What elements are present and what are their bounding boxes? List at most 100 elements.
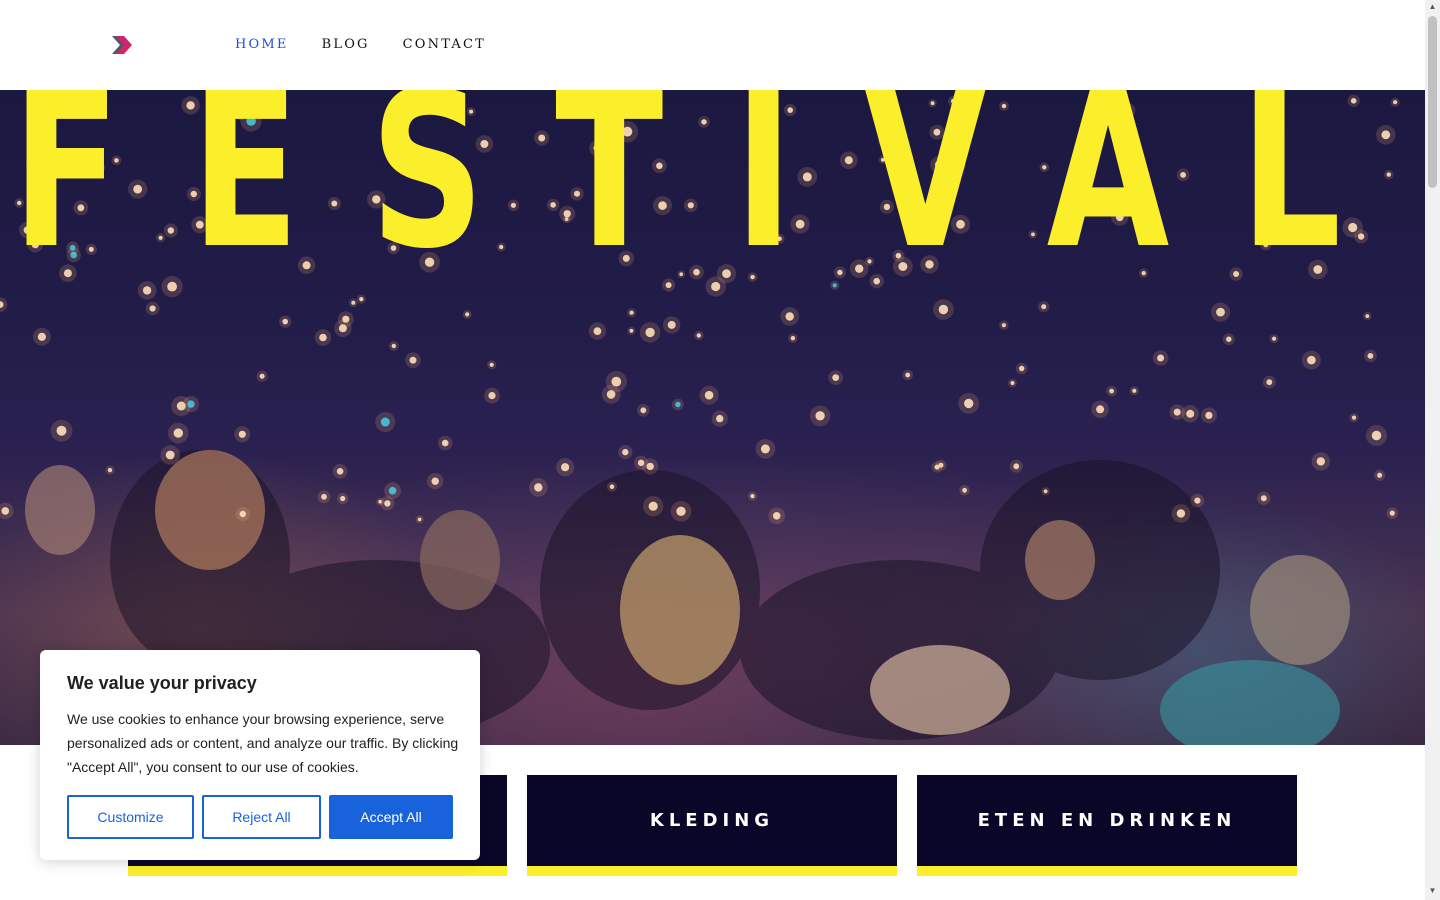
light-dot — [964, 398, 974, 409]
category-tile-label: KLEDING — [649, 810, 775, 831]
light-dot — [1216, 307, 1225, 317]
light-dot — [534, 483, 543, 492]
light-dot — [319, 333, 327, 342]
light-dot — [905, 372, 911, 378]
customize-button[interactable]: Customize — [67, 795, 194, 839]
light-dot — [1109, 388, 1114, 394]
light-dot — [760, 444, 770, 454]
light-dot — [629, 310, 634, 315]
light-dot — [391, 343, 396, 349]
scroll-up-arrow-icon[interactable]: ▲ — [1428, 2, 1437, 12]
scrollbar-thumb[interactable] — [1428, 16, 1437, 188]
light-dot — [1365, 314, 1370, 318]
hero-banner: FESTIVAL — [0, 90, 1425, 745]
light-dot — [667, 320, 676, 329]
light-dot — [938, 304, 949, 315]
light-dot — [282, 318, 289, 325]
reject-all-button[interactable]: Reject All — [202, 795, 321, 839]
light-dot — [259, 373, 265, 379]
light-dot — [790, 336, 796, 341]
light-dot — [648, 501, 658, 511]
light-dot — [321, 493, 327, 500]
light-dot — [815, 411, 825, 421]
light-dot — [338, 324, 347, 333]
page-scrollbar[interactable]: ▲ ▼ — [1425, 0, 1440, 900]
light-dot — [704, 390, 714, 400]
category-tile-kleding[interactable]: KLEDING — [527, 775, 897, 876]
light-dot — [1205, 411, 1213, 419]
light-dot — [173, 428, 183, 438]
light-dot — [593, 327, 602, 335]
light-dot — [1010, 381, 1015, 385]
hero-headline: FESTIVAL — [12, 90, 1412, 296]
light-dot — [239, 510, 246, 518]
light-dot — [622, 448, 629, 456]
light-dot — [609, 484, 615, 490]
cookie-banner-text: We use cookies to enhance your browsing … — [67, 711, 459, 775]
category-tile-eten-en-drinken[interactable]: ETEN EN DRINKEN — [917, 775, 1297, 876]
light-dot — [1351, 415, 1357, 420]
scroll-down-arrow-icon[interactable]: ▼ — [1428, 886, 1437, 896]
light-dot — [611, 376, 622, 387]
light-dot — [336, 468, 344, 475]
light-dot — [388, 486, 397, 495]
light-dot — [351, 300, 356, 305]
light-dot — [1096, 405, 1105, 414]
light-dot — [340, 495, 346, 502]
light-dot — [238, 430, 246, 438]
light-dot — [1173, 408, 1181, 416]
light-dot — [645, 327, 655, 338]
light-dot — [1013, 463, 1020, 470]
main-nav: HOME BLOG CONTACT — [235, 37, 486, 52]
light-dot — [1377, 472, 1383, 478]
light-dot — [1226, 336, 1232, 342]
light-dot — [359, 297, 364, 302]
concert-crowd-image: FESTIVAL — [0, 90, 1412, 745]
light-dot — [1367, 353, 1374, 359]
light-dot — [1389, 510, 1395, 516]
site-header: HOME BLOG CONTACT — [0, 0, 1425, 90]
light-dot — [465, 312, 470, 317]
light-dot — [1176, 509, 1186, 518]
light-dot — [606, 390, 616, 399]
light-dot — [1043, 489, 1048, 494]
light-dot — [772, 512, 781, 520]
light-dot — [1001, 323, 1007, 328]
chevron-logo-icon[interactable] — [110, 34, 134, 56]
light-dot — [431, 477, 439, 485]
light-dot — [640, 407, 647, 414]
light-dot — [1194, 497, 1201, 504]
light-dot — [785, 312, 794, 321]
light-dot — [561, 463, 570, 472]
nav-blog-link[interactable]: BLOG — [322, 37, 370, 52]
light-dot — [716, 414, 724, 423]
category-tile-label: ETEN EN DRINKEN — [977, 810, 1237, 831]
light-dot — [750, 494, 755, 499]
light-dot — [187, 400, 195, 408]
light-dot — [107, 468, 113, 473]
light-dot — [441, 439, 449, 447]
light-dot — [1316, 457, 1326, 466]
light-dot — [962, 487, 967, 493]
light-dot — [489, 362, 494, 367]
light-dot — [1371, 430, 1382, 441]
light-dot — [417, 517, 422, 522]
light-dot — [149, 305, 156, 312]
light-dot — [409, 356, 417, 364]
light-dot — [37, 332, 47, 341]
light-dot — [637, 459, 645, 466]
light-dot — [1260, 495, 1267, 502]
light-dot — [1266, 379, 1273, 386]
light-dot — [1, 507, 10, 515]
cookie-consent-banner: We value your privacy We use cookies to … — [40, 650, 480, 860]
light-dot — [675, 401, 681, 408]
nav-contact-link[interactable]: CONTACT — [403, 37, 486, 52]
light-dot — [1132, 388, 1137, 393]
light-dot — [832, 374, 840, 381]
light-dot — [696, 333, 701, 338]
accept-all-button[interactable]: Accept All — [329, 795, 453, 839]
light-dot — [676, 506, 686, 516]
nav-home-link[interactable]: HOME — [235, 37, 289, 52]
light-dot — [629, 328, 634, 333]
light-dot — [384, 500, 391, 507]
